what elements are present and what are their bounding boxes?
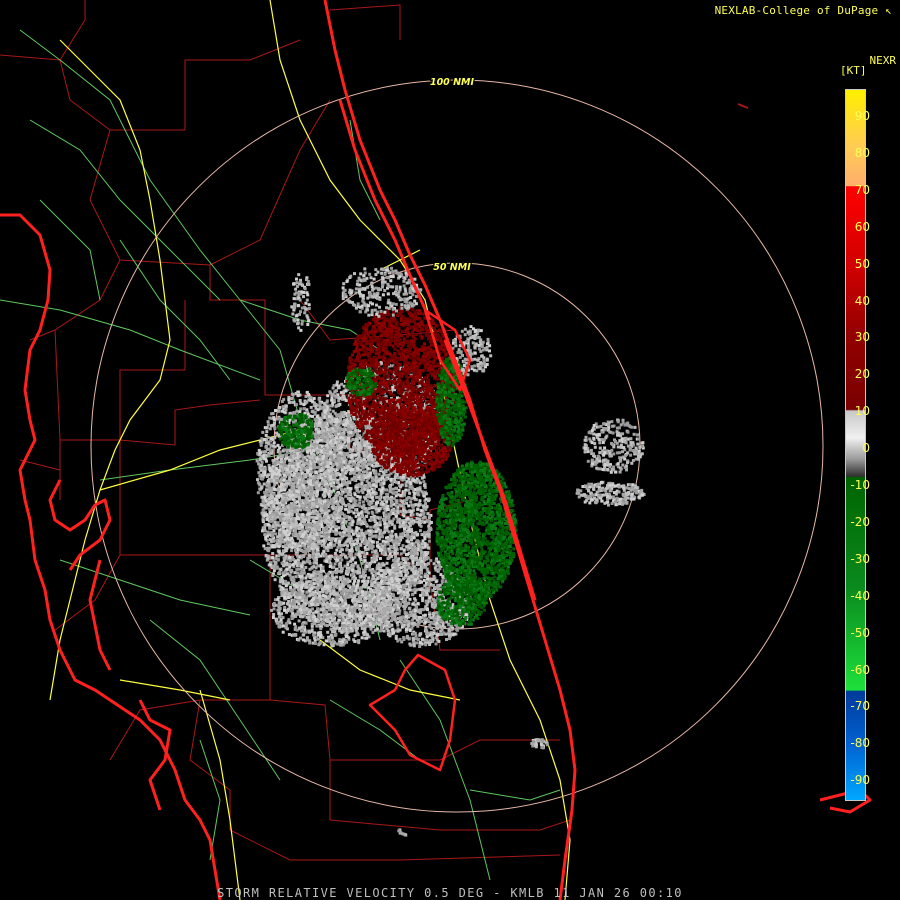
legend-title: NEXR bbox=[869, 54, 897, 67]
colorbar-tick: 90 bbox=[854, 109, 870, 123]
coastline-speck bbox=[737, 103, 749, 109]
radar-map: 100 NMI 50 NMI bbox=[0, 0, 872, 900]
colorbar-tick: 40 bbox=[854, 293, 870, 308]
nexlab-credit[interactable]: NEXLAB-College of DuPage ↖ bbox=[715, 4, 892, 17]
range-ring-100-label: 100 NMI bbox=[430, 77, 475, 88]
colorbar-tick: -10 bbox=[850, 478, 870, 492]
colorbar-tick: -90 bbox=[850, 773, 870, 788]
colorbar-tick: -20 bbox=[850, 514, 870, 529]
colorbar-tick: 60 bbox=[854, 219, 870, 234]
colorbar-tick: -70 bbox=[850, 699, 870, 714]
product-caption: STORM RELATIVE VELOCITY 0.5 DEG - KMLB 1… bbox=[217, 886, 683, 900]
range-ring-100 bbox=[90, 79, 824, 813]
colorbar-tick: 0 bbox=[862, 441, 870, 456]
colorbar-tick: 70 bbox=[854, 182, 870, 197]
range-ring-50-label: 50 NMI bbox=[433, 262, 471, 273]
colorbar-tick: -40 bbox=[850, 588, 870, 603]
colorbar-tick: -80 bbox=[850, 736, 870, 751]
range-rings bbox=[90, 79, 824, 813]
colorbar-tick: -30 bbox=[850, 551, 870, 566]
colorbar-tick: 80 bbox=[854, 145, 870, 160]
legend-unit: [KT] bbox=[840, 64, 867, 77]
colorbar-tick: -50 bbox=[850, 625, 870, 640]
colorbar-tick: 50 bbox=[854, 256, 870, 271]
colorbar-tick: -60 bbox=[850, 662, 870, 677]
colorbar-tick: 30 bbox=[854, 330, 870, 345]
colorbar-tick: 10 bbox=[854, 404, 870, 419]
colorbar-tick: 20 bbox=[854, 367, 870, 382]
